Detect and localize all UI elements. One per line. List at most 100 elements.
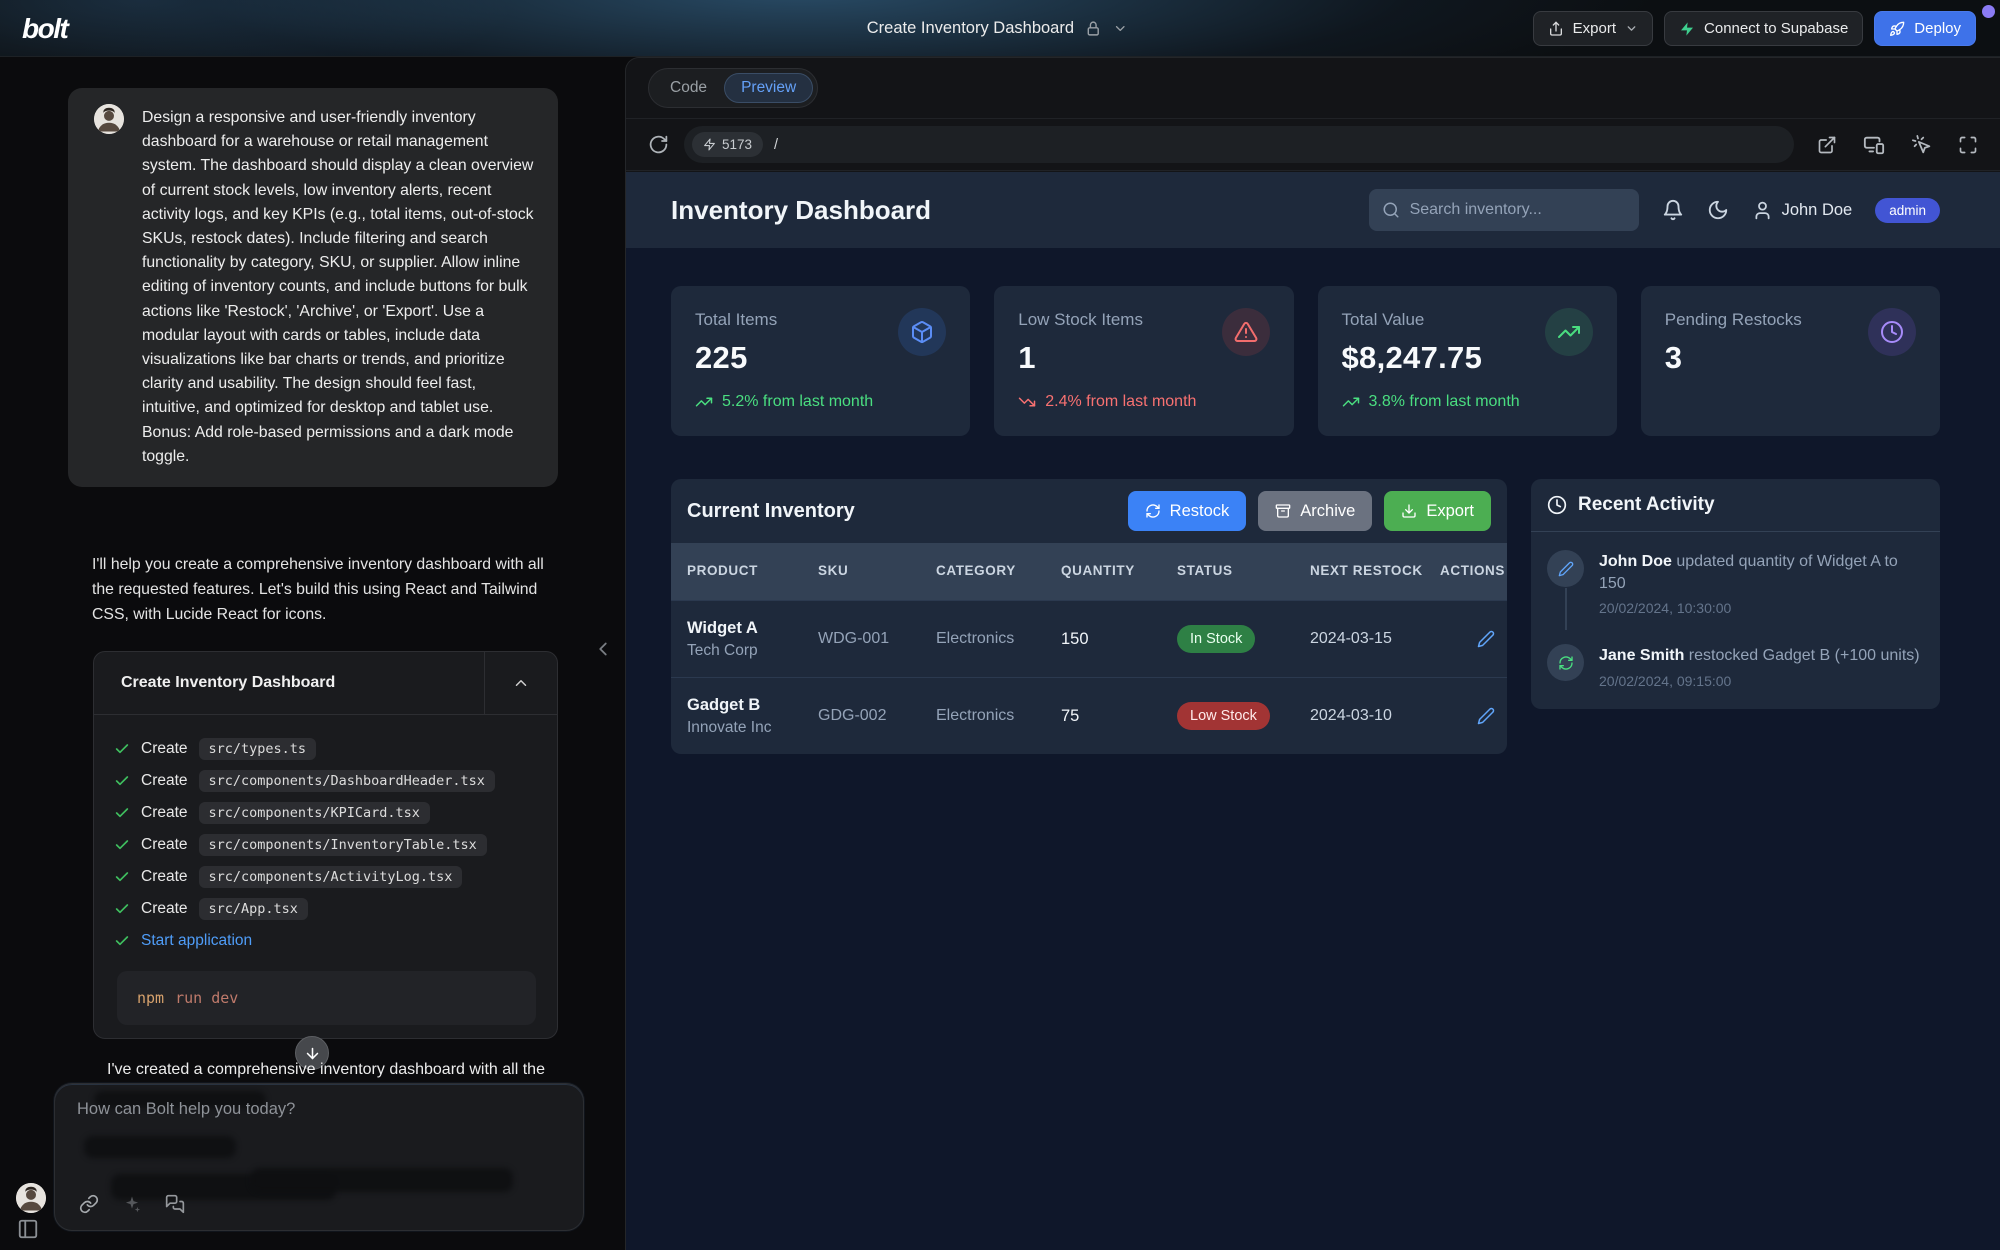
kpi-trend: 5.2% from last month bbox=[695, 393, 946, 411]
open-external-icon[interactable] bbox=[1817, 135, 1837, 155]
user-menu[interactable]: John Doe bbox=[1752, 200, 1853, 221]
clock-icon bbox=[1547, 495, 1567, 515]
file-path[interactable]: src/components/ActivityLog.tsx bbox=[199, 866, 463, 888]
restock-button[interactable]: Restock bbox=[1128, 491, 1247, 531]
activity-user: Jane Smith bbox=[1599, 647, 1684, 664]
preview-iframe: Inventory Dashboard bbox=[626, 172, 2000, 1250]
kpi-card-total-items: Total Items 225 5.2% from last month bbox=[671, 286, 970, 436]
tab-code[interactable]: Code bbox=[653, 73, 724, 103]
edit-pencil-icon[interactable] bbox=[1425, 630, 1507, 648]
artifact-card: Create Inventory Dashboard Create src/ty… bbox=[93, 651, 558, 1039]
attach-link-icon[interactable] bbox=[79, 1194, 99, 1214]
product-name: Widget A bbox=[687, 619, 802, 638]
project-title-group[interactable]: Create Inventory Dashboard bbox=[867, 0, 1128, 56]
enhance-sparkles-icon[interactable] bbox=[122, 1194, 142, 1214]
artifact-header: Create Inventory Dashboard bbox=[94, 652, 557, 715]
lock-icon bbox=[1085, 20, 1102, 37]
search-input[interactable] bbox=[1410, 201, 1620, 219]
trend-up-icon bbox=[695, 393, 713, 411]
reload-icon[interactable] bbox=[648, 134, 669, 155]
file-path[interactable]: src/components/KPICard.tsx bbox=[199, 802, 430, 824]
fullscreen-icon[interactable] bbox=[1958, 135, 1978, 155]
inspector-pointer-icon[interactable] bbox=[1911, 134, 1932, 155]
clock-icon bbox=[1868, 308, 1916, 356]
connect-supabase-button[interactable]: Connect to Supabase bbox=[1664, 11, 1863, 46]
edit-pencil-icon[interactable] bbox=[1425, 707, 1507, 725]
url-input[interactable]: 5173 / bbox=[684, 126, 1794, 163]
activity-action: restocked Gadget B (+100 units) bbox=[1684, 647, 1919, 664]
edit-pencil-icon bbox=[1547, 550, 1584, 587]
export-button[interactable]: Export bbox=[1533, 11, 1653, 46]
start-application-link[interactable]: Start application bbox=[141, 932, 252, 950]
chat-input-box[interactable] bbox=[54, 1083, 584, 1231]
table-header-row: Product SKU Category Quantity Status Nex… bbox=[671, 543, 1507, 600]
activity-timestamp: 20/02/2024, 09:15:00 bbox=[1599, 673, 1920, 689]
column-header: Quantity bbox=[1045, 562, 1161, 581]
workbench: Code Preview 5173 / bbox=[625, 57, 2000, 1250]
quantity-cell[interactable]: 75 bbox=[1045, 707, 1161, 726]
category-cell: Electronics bbox=[920, 707, 1045, 725]
chat-input-toolbar bbox=[79, 1194, 185, 1214]
project-title: Create Inventory Dashboard bbox=[867, 19, 1074, 38]
file-path[interactable]: src/components/InventoryTable.tsx bbox=[199, 834, 487, 856]
next-restock-cell: 2024-03-15 bbox=[1294, 630, 1425, 648]
file-path[interactable]: src/types.ts bbox=[199, 738, 317, 760]
account-avatar[interactable] bbox=[16, 1183, 46, 1213]
column-header: SKU bbox=[802, 562, 920, 581]
check-icon bbox=[114, 869, 130, 885]
table-row: Widget A Tech Corp WDG-001 Electronics 1… bbox=[671, 600, 1507, 677]
assistant-followup: I've created a comprehensive inventory d… bbox=[107, 1061, 559, 1079]
tab-preview[interactable]: Preview bbox=[724, 73, 813, 103]
trending-up-icon bbox=[1545, 308, 1593, 356]
product-name: Gadget B bbox=[687, 696, 802, 715]
chat-panel: Design a responsive and user-friendly in… bbox=[0, 57, 625, 1250]
deploy-button[interactable]: Deploy bbox=[1874, 11, 1976, 46]
chat-message-input[interactable] bbox=[77, 1100, 557, 1170]
kpi-card-pending-restocks: Pending Restocks 3 bbox=[1641, 286, 1940, 436]
check-icon bbox=[114, 837, 130, 853]
user-message-card: Design a responsive and user-friendly in… bbox=[68, 88, 558, 487]
bell-icon[interactable] bbox=[1662, 199, 1684, 221]
column-header: Status bbox=[1161, 562, 1294, 581]
share-icon bbox=[1548, 21, 1564, 37]
quantity-cell[interactable]: 150 bbox=[1045, 630, 1161, 649]
terminal-block: npmrun dev bbox=[117, 971, 536, 1025]
dark-mode-moon-icon[interactable] bbox=[1707, 199, 1729, 221]
export-csv-button[interactable]: Export bbox=[1384, 491, 1491, 531]
bolt-logo[interactable]: bolt bbox=[22, 13, 67, 45]
next-restock-cell: 2024-03-10 bbox=[1294, 707, 1425, 725]
trend-down-icon bbox=[1018, 393, 1036, 411]
chevron-down-icon[interactable] bbox=[1113, 21, 1128, 36]
artifact-collapse-button[interactable] bbox=[484, 652, 557, 715]
file-path[interactable]: src/App.tsx bbox=[199, 898, 308, 920]
rocket-icon bbox=[1889, 21, 1905, 37]
kpi-trend: 3.8% from last month bbox=[1342, 393, 1593, 411]
responsive-devices-icon[interactable] bbox=[1863, 134, 1885, 156]
notification-dot bbox=[1982, 5, 1995, 18]
user-icon bbox=[1752, 200, 1773, 221]
artifact-step: Create src/components/InventoryTable.tsx bbox=[114, 829, 537, 861]
artifact-step: Create src/components/ActivityLog.tsx bbox=[114, 861, 537, 893]
discuss-chat-icon[interactable] bbox=[165, 1194, 185, 1214]
activity-user: John Doe bbox=[1599, 553, 1672, 570]
archive-button[interactable]: Archive bbox=[1258, 491, 1372, 531]
file-path[interactable]: src/components/DashboardHeader.tsx bbox=[199, 770, 495, 792]
current-inventory-panel: Current Inventory Restock bbox=[671, 479, 1507, 754]
category-cell: Electronics bbox=[920, 630, 1045, 648]
app-header: Inventory Dashboard bbox=[626, 172, 2000, 248]
inventory-search[interactable] bbox=[1369, 189, 1639, 231]
check-icon bbox=[114, 933, 130, 949]
port-badge[interactable]: 5173 bbox=[692, 132, 763, 157]
terminal-args: run dev bbox=[175, 989, 238, 1007]
status-badge: In Stock bbox=[1177, 625, 1255, 653]
column-header: Category bbox=[920, 562, 1045, 581]
sidebar-toggle-icon[interactable] bbox=[17, 1218, 39, 1240]
app-title: Inventory Dashboard bbox=[671, 195, 931, 226]
package-icon bbox=[898, 308, 946, 356]
preview-url-bar: 5173 / bbox=[626, 118, 2000, 171]
port-zap-icon bbox=[703, 138, 716, 151]
chat-collapse-chevron[interactable] bbox=[592, 638, 614, 660]
top-bar: bolt Create Inventory Dashboard Export C… bbox=[0, 0, 2000, 57]
user-avatar bbox=[94, 104, 124, 134]
start-application-step: Start application bbox=[114, 925, 537, 957]
